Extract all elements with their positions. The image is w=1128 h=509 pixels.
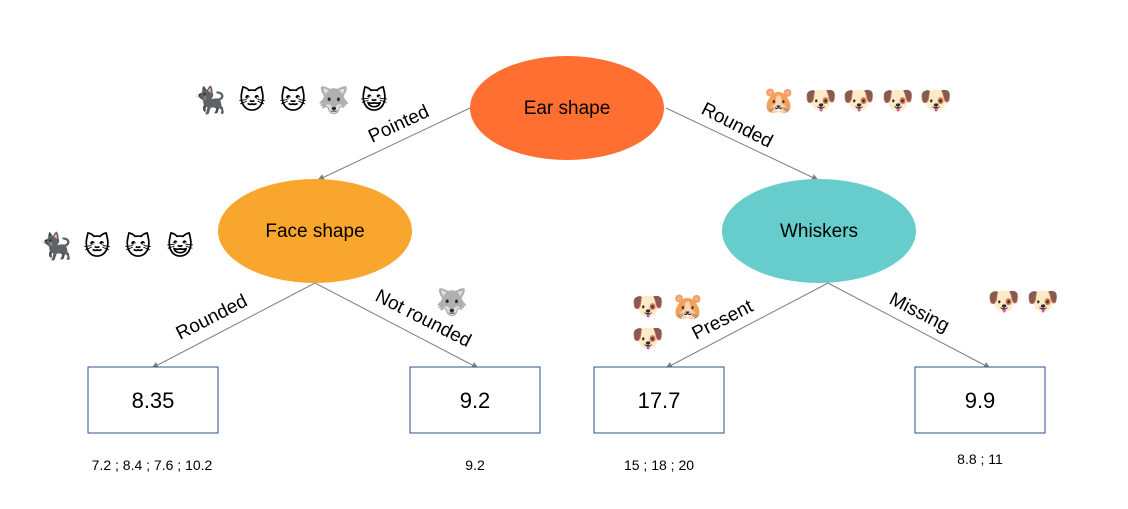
animal-emoji-icon: 🐹 (672, 292, 704, 322)
node-face-shape[interactable]: Face shape (218, 179, 412, 283)
animal-emoji-icon: 🐱 (83, 232, 110, 262)
animal-emoji-icon: 🐺 (436, 287, 468, 318)
animal-emoji-icon: 🐶 (920, 86, 952, 116)
leaf-samples: 15 ; 18 ; 20 (624, 457, 694, 473)
animal-emoji-icon: 🐈‍⬛ (194, 85, 226, 116)
animal-emoji-icon: 🐹 (763, 86, 795, 116)
animal-emoji-icon: 🐱 (124, 232, 151, 262)
animal-emoji-icon: 🐶 (805, 86, 837, 116)
animal-emoji-icon: 🐺 (318, 85, 350, 116)
animal-emoji-icon: 🐈‍⬛ (40, 231, 72, 262)
animal-emoji-icon: 😺 (360, 86, 387, 116)
decision-tree-diagram: Pointed Rounded Rounded Not rounded Pres… (40, 56, 1059, 473)
leaf-node-2[interactable]: 9.2 (409, 366, 541, 434)
animal-group-whiskers-missing: 🐶 🐶 (988, 287, 1059, 317)
leaf-value: 8.35 (132, 388, 175, 413)
animal-emoji-icon: 🐶 (843, 86, 875, 116)
leaf-value: 9.2 (460, 388, 491, 413)
leaf-value: 9.9 (965, 388, 996, 413)
leaf-samples: 7.2 ; 8.4 ; 7.6 ; 10.2 (92, 457, 213, 473)
animal-group-rounded: 🐹 🐶 🐶 🐶 🐶 (763, 86, 952, 116)
leaf-node-1[interactable]: 8.35 (87, 366, 219, 434)
leaf-node-3[interactable]: 17.7 (593, 366, 725, 434)
leaf-samples: 9.2 (465, 457, 485, 473)
leaf-node-4[interactable]: 9.9 (914, 366, 1046, 434)
animal-emoji-icon: 🐶 (1027, 287, 1059, 317)
animal-group-pointed: 🐈‍⬛ 🐱 🐱 🐺 😺 (194, 85, 388, 116)
root-node-label: Ear shape (524, 98, 611, 119)
animal-emoji-icon: 😺 (166, 232, 193, 262)
node-whiskers[interactable]: Whiskers (722, 179, 916, 283)
root-node-ear-shape[interactable]: Ear shape (470, 56, 664, 160)
animal-emoji-icon: 🐱 (238, 86, 265, 116)
edge-label-missing: Missing (886, 289, 953, 337)
animal-emoji-icon: 🐶 (632, 292, 664, 322)
animal-emoji-icon: 🐶 (882, 86, 914, 116)
animal-emoji-icon: 🐶 (632, 324, 664, 354)
node-face-shape-label: Face shape (265, 221, 364, 242)
leaf-value: 17.7 (638, 388, 681, 413)
animal-emoji-icon: 🐶 (988, 287, 1020, 317)
node-whiskers-label: Whiskers (780, 221, 858, 242)
animal-emoji-icon: 🐱 (279, 86, 306, 116)
animal-group-face-not-rounded: 🐺 (436, 287, 468, 318)
leaf-samples: 8.8 ; 11 (957, 451, 1003, 467)
animal-group-face-rounded: 🐈‍⬛ 🐱 🐱 😺 (40, 231, 194, 262)
